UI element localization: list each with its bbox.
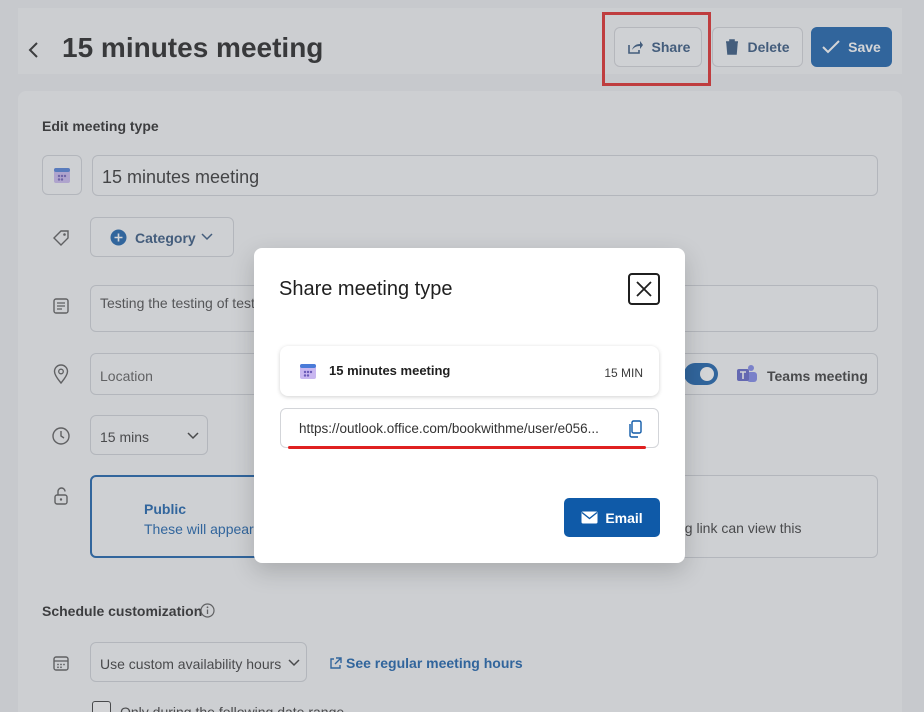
share-modal: Share meeting type 15 minutes meeting 15…	[254, 248, 685, 563]
modal-meeting-duration: 15 MIN	[604, 366, 643, 380]
email-button[interactable]: Email	[564, 498, 660, 537]
calendar-icon	[300, 364, 316, 379]
close-icon	[636, 281, 652, 297]
modal-title: Share meeting type	[279, 278, 453, 300]
mail-icon	[581, 511, 598, 524]
close-button[interactable]	[628, 273, 660, 305]
booking-link-field[interactable]: https://outlook.office.com/bookwithme/us…	[280, 408, 659, 448]
booking-link-text: https://outlook.office.com/bookwithme/us…	[299, 421, 599, 436]
email-label: Email	[605, 509, 643, 526]
modal-meeting-name: 15 minutes meeting	[329, 363, 451, 378]
link-underline-annotation	[288, 446, 646, 449]
meeting-summary-card: 15 minutes meeting 15 MIN	[280, 346, 659, 396]
copy-icon[interactable]	[627, 420, 643, 438]
